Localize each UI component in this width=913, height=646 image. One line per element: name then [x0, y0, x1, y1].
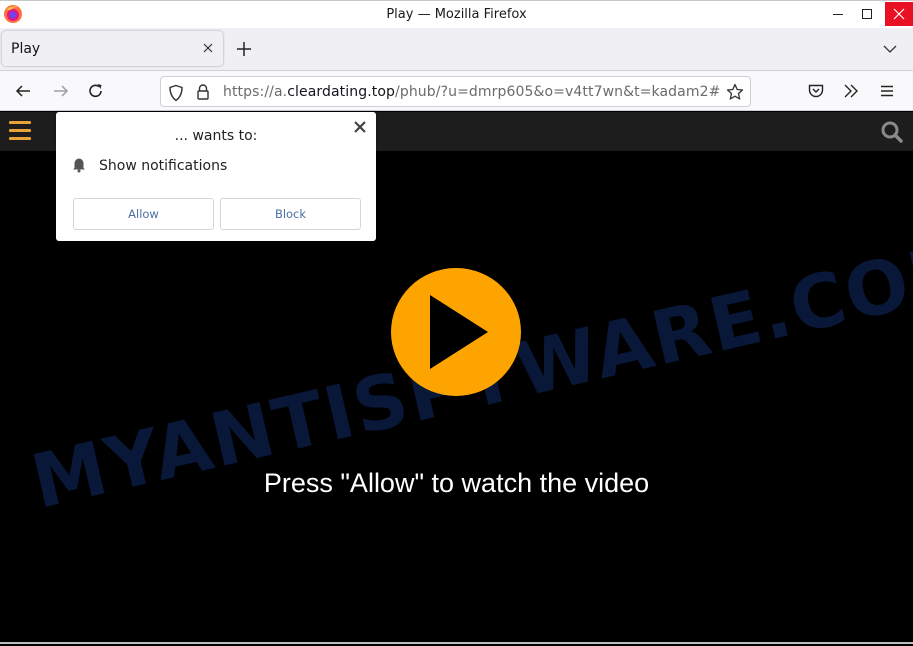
- arrow-right-icon: [54, 85, 69, 97]
- more-tools-button[interactable]: [840, 80, 862, 102]
- maximize-button[interactable]: [854, 2, 880, 26]
- tab-play[interactable]: Play: [2, 31, 223, 66]
- back-button[interactable]: [12, 80, 34, 102]
- allow-button[interactable]: Allow: [73, 198, 214, 230]
- window-title: Play — Mozilla Firefox: [386, 7, 527, 22]
- close-window-button[interactable]: [885, 2, 913, 26]
- play-icon: [430, 295, 488, 369]
- permission-title: ... wants to:: [174, 128, 258, 144]
- bell-icon: [73, 158, 85, 173]
- play-button[interactable]: [391, 268, 521, 396]
- site-menu-icon[interactable]: [9, 121, 31, 141]
- window-titlebar: Play — Mozilla Firefox: [0, 0, 913, 28]
- hamburger-menu-icon: [881, 85, 893, 97]
- tab-title: Play: [11, 41, 41, 57]
- window-bottom-border: [0, 642, 913, 644]
- bookmark-star-icon[interactable]: [726, 83, 744, 101]
- reload-icon: [89, 84, 102, 98]
- url-bar[interactable]: https://a.cleardating.top/phub/?u=dmrp60…: [160, 76, 751, 107]
- tab-strip: Play: [0, 28, 913, 70]
- pocket-icon: [808, 84, 824, 98]
- lock-icon[interactable]: [195, 83, 211, 101]
- tracking-protection-shield-icon[interactable]: [168, 84, 184, 102]
- url-domain: cleardating.top: [287, 84, 396, 100]
- forward-button[interactable]: [50, 80, 72, 102]
- url-prefix: https://a.: [223, 84, 288, 100]
- call-to-action-text: Press "Allow" to watch the video: [263, 468, 650, 498]
- app-menu-button[interactable]: [876, 80, 898, 102]
- minimize-icon: [833, 14, 843, 15]
- close-popup-icon[interactable]: [353, 120, 367, 134]
- permission-item-label: Show notifications: [99, 158, 228, 174]
- minimize-button[interactable]: [825, 2, 851, 26]
- block-button[interactable]: Block: [220, 198, 361, 230]
- chevron-double-right-icon: [844, 84, 858, 98]
- new-tab-icon[interactable]: [235, 40, 253, 58]
- maximize-icon: [862, 9, 872, 19]
- url-text[interactable]: https://a.cleardating.top/phub/?u=dmrp60…: [223, 84, 720, 100]
- navigation-toolbar: https://a.cleardating.top/phub/?u=dmrp60…: [0, 70, 913, 111]
- arrow-left-icon: [15, 85, 30, 97]
- chevron-down-icon[interactable]: [882, 41, 898, 57]
- close-tab-icon[interactable]: [200, 40, 216, 56]
- pocket-button[interactable]: [805, 80, 827, 102]
- notification-permission-popup: ... wants to: Show notifications Allow B…: [56, 112, 376, 241]
- url-suffix: /phub/?u=dmrp605&o=v4tt7wn&t=kadam2#: [395, 84, 721, 100]
- close-icon: [893, 8, 905, 20]
- reload-button[interactable]: [85, 80, 107, 102]
- search-icon[interactable]: [880, 120, 904, 144]
